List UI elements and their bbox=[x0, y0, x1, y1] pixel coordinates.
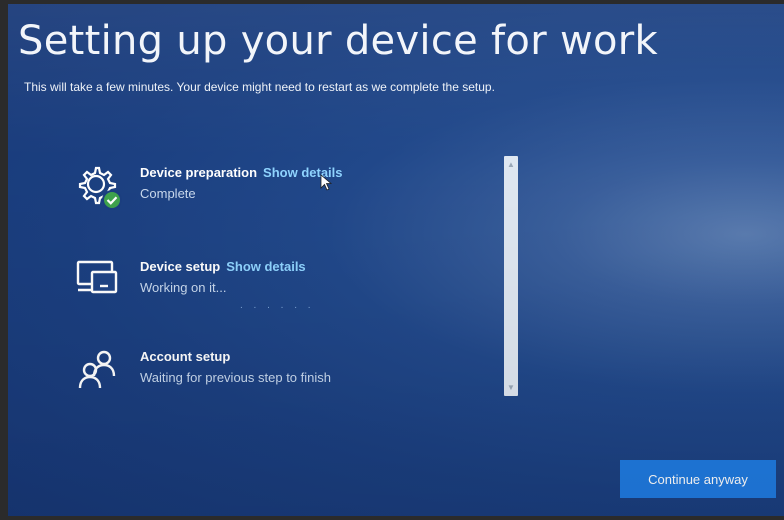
scrollbar[interactable]: ▲ ▼ bbox=[504, 156, 518, 396]
step-name: Account setup bbox=[140, 349, 231, 364]
scroll-down-icon[interactable]: ▼ bbox=[507, 383, 515, 392]
scroll-up-icon[interactable]: ▲ bbox=[507, 160, 515, 169]
step-account-setup: Account setup Waiting for previous step … bbox=[70, 342, 470, 402]
step-name: Device preparation bbox=[140, 165, 258, 180]
step-status: Working on it... bbox=[140, 280, 227, 295]
mouse-cursor-icon bbox=[320, 174, 333, 191]
step-name: Device setup bbox=[140, 259, 221, 274]
gear-check-icon bbox=[70, 158, 126, 214]
progress-dots: . . . . . . bbox=[240, 300, 315, 311]
step-status: Waiting for previous step to finish bbox=[140, 370, 331, 385]
oobe-screen: Setting up your device for work This wil… bbox=[8, 4, 784, 516]
page-subtitle: This will take a few minutes. Your devic… bbox=[24, 80, 495, 94]
show-details-link[interactable]: Show details bbox=[226, 259, 305, 274]
step-device-preparation: Device preparation Show details Complete bbox=[70, 158, 470, 218]
people-icon bbox=[70, 342, 126, 398]
page-title: Setting up your device for work bbox=[18, 18, 658, 64]
devices-icon bbox=[70, 252, 126, 308]
continue-anyway-button[interactable]: Continue anyway bbox=[620, 460, 776, 498]
step-status: Complete bbox=[140, 186, 196, 201]
